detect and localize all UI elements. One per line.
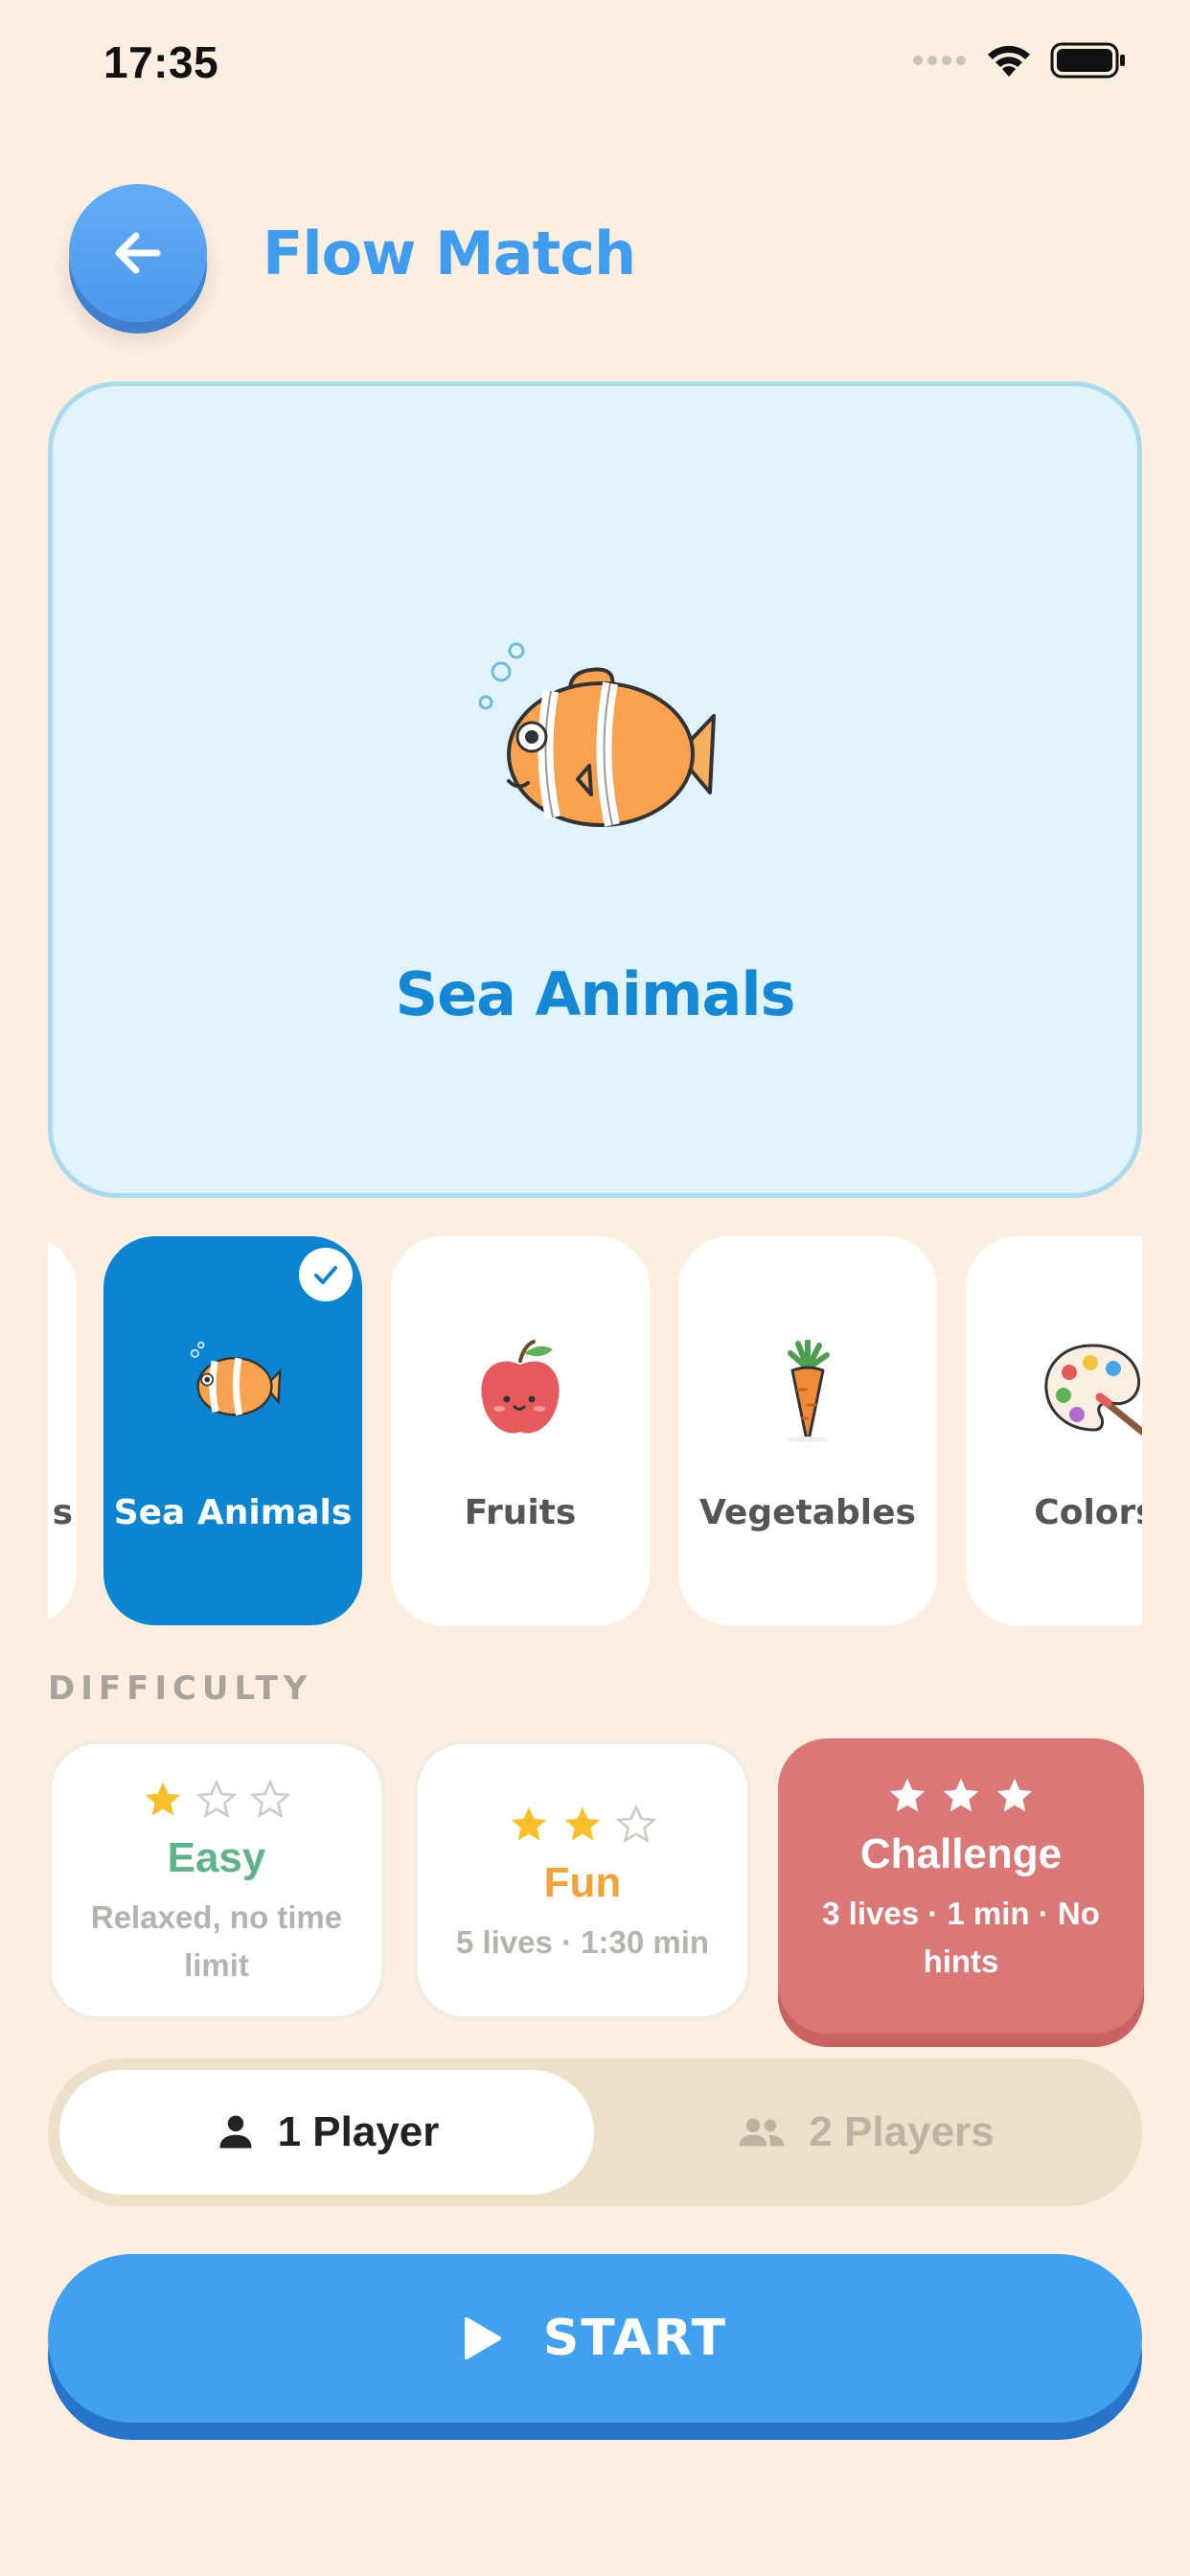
star-filled-icon — [889, 1778, 926, 1812]
category-label: Colors — [1034, 1493, 1142, 1532]
people-icon — [739, 2118, 785, 2147]
star-rating — [52, 1779, 381, 1821]
clownfish-icon — [478, 642, 716, 827]
two-players-label: 2 Players — [809, 2108, 995, 2155]
star-filled-icon — [943, 1778, 979, 1812]
back-button[interactable] — [69, 184, 207, 322]
category-card-sea-animals[interactable]: Sea Animals — [103, 1236, 362, 1625]
arrow-left-icon — [115, 232, 161, 274]
carrot-icon — [787, 1340, 830, 1442]
difficulty-description: Relaxed, no time limit — [90, 1899, 343, 1983]
apple-icon — [481, 1340, 560, 1434]
star-empty-icon — [615, 1804, 657, 1844]
wifi-icon — [988, 45, 1030, 77]
clownfish-icon — [190, 1341, 282, 1416]
person-icon — [219, 2115, 252, 2149]
status-bar: 17:35 — [0, 0, 1190, 134]
star-empty-icon — [249, 1779, 291, 1819]
category-label: Sea Animals — [113, 1493, 353, 1532]
star-filled-icon — [564, 1806, 601, 1841]
checkmark-icon — [314, 1266, 337, 1284]
star-empty-icon — [195, 1779, 238, 1819]
difficulty-name: Fun — [543, 1859, 622, 1906]
difficulty-name: Easy — [167, 1834, 266, 1881]
difficulty-fun[interactable]: Fun 5 lives · 1:30 min — [414, 1740, 751, 2020]
one-player-label: 1 Player — [277, 2108, 440, 2155]
category-card-fruits[interactable]: Fruits — [391, 1236, 650, 1625]
hero-card: Sea Animals — [48, 381, 1142, 1198]
star-filled-icon — [511, 1806, 547, 1841]
category-card-colors[interactable]: Colors — [966, 1236, 1142, 1625]
status-icons — [912, 42, 1127, 79]
palette-icon — [1044, 1344, 1142, 1436]
category-card-vegetables[interactable]: Vegetables — [678, 1236, 937, 1625]
app-title: Flow Match — [263, 218, 636, 288]
star-rating — [418, 1804, 747, 1846]
star-filled-icon — [145, 1782, 181, 1816]
star-rating — [778, 1775, 1144, 1817]
play-icon — [464, 2317, 501, 2359]
two-players-option[interactable]: 2 Players — [598, 2070, 1133, 2195]
difficulty-description: 3 lives · 1 min · No hints — [822, 1896, 1100, 1979]
category-label: Vegetables — [699, 1493, 916, 1532]
difficulty-easy[interactable]: Easy Relaxed, no time limit — [48, 1740, 385, 2020]
category-label: Fruits — [464, 1493, 577, 1532]
difficulty-section-label: DIFFICULTY — [48, 1669, 313, 1708]
difficulty-description: 5 lives · 1:30 min — [455, 1924, 710, 1960]
category-card-partial[interactable]: s — [48, 1236, 77, 1625]
status-time: 17:35 — [103, 37, 219, 87]
check-badge — [299, 1248, 353, 1301]
start-button[interactable]: START — [48, 2254, 1142, 2423]
start-label: START — [542, 2310, 728, 2367]
difficulty-challenge[interactable]: Challenge 3 lives · 1 min · No hints — [778, 1738, 1144, 2034]
signal-dots-icon — [913, 56, 966, 65]
difficulty-name: Challenge — [859, 1830, 1063, 1877]
star-filled-icon — [996, 1778, 1033, 1812]
one-player-option[interactable]: 1 Player — [59, 2070, 594, 2195]
hero-title: Sea Animals — [395, 959, 795, 1029]
player-mode-toggle: 1 Player 2 Players — [48, 2058, 1142, 2206]
category-carousel[interactable]: s Sea Animals Fruits Vegetables Color — [48, 1236, 1142, 1627]
battery-icon — [1050, 42, 1125, 79]
